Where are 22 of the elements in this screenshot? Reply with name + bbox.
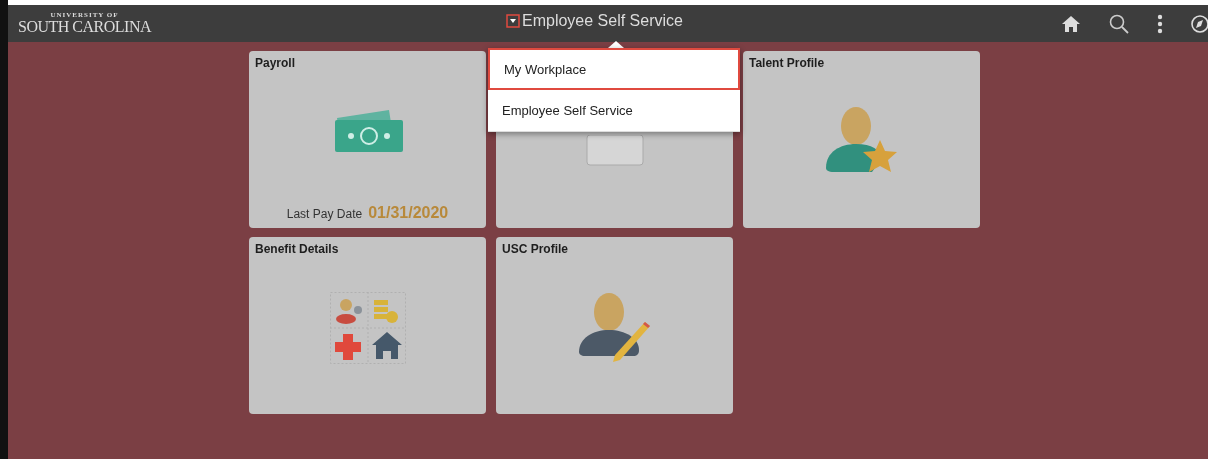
- person-pencil-icon: [576, 292, 653, 364]
- last-pay-date-value: 01/31/2020: [368, 204, 449, 222]
- benefits-icon: [329, 292, 406, 364]
- home-icon[interactable]: [1061, 14, 1081, 33]
- tile[interactable]: Talent Profile: [743, 51, 980, 228]
- last-pay-date-label: Last Pay Date: [286, 207, 363, 221]
- tile-title: Benefit Details: [255, 242, 339, 256]
- tile[interactable]: Payroll Last Pay Date 01/31/2020: [249, 51, 486, 228]
- compass-icon[interactable]: [1190, 13, 1208, 34]
- tile-icon: [585, 135, 645, 167]
- tile[interactable]: USC Profile: [496, 237, 733, 414]
- page-title-dropdown[interactable]: Employee Self Service: [506, 12, 683, 30]
- menu-item[interactable]: My Workplace: [488, 48, 740, 90]
- menu-item[interactable]: Employee Self Service: [488, 90, 740, 132]
- tile-title: USC Profile: [502, 242, 568, 256]
- tile-title: Payroll: [255, 56, 296, 70]
- caret-icon: [506, 14, 520, 28]
- tile[interactable]: Benefit Details: [249, 237, 486, 414]
- more-options-icon[interactable]: [1157, 13, 1163, 34]
- logo-large-text: SOUTH CAROLINA: [18, 19, 151, 35]
- tile-title: Talent Profile: [749, 56, 825, 70]
- search-icon[interactable]: [1108, 12, 1130, 35]
